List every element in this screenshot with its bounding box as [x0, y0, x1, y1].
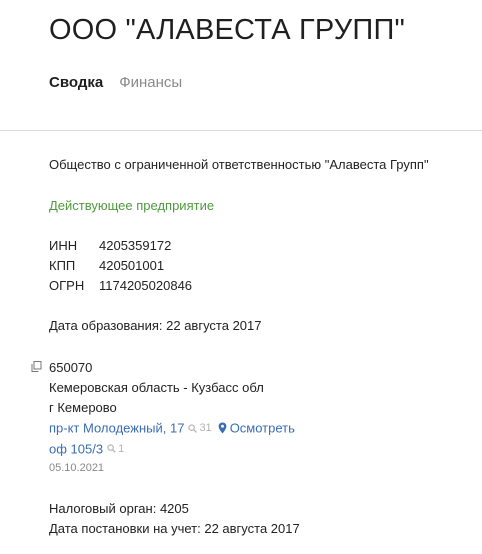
tab-summary[interactable]: Сводка: [49, 74, 103, 91]
address-updated-date: 05.10.2021: [49, 462, 105, 474]
code-row-kpp: КПП 420501001: [49, 256, 192, 276]
address-office-line: оф 105/3 1: [49, 439, 295, 460]
code-value: 4205359172: [99, 238, 172, 253]
address-region: Кемеровская область - Кузбасс обл: [49, 380, 264, 395]
company-full-name: Общество с ограниченной ответственностью…: [49, 157, 429, 172]
page-title: ООО "АЛАВЕСТА ГРУПП": [49, 14, 406, 46]
divider: [0, 130, 482, 131]
code-label: ИНН: [49, 238, 78, 253]
office-link[interactable]: оф 105/3: [49, 441, 103, 456]
tax-registration-date: Дата постановки на учет: 22 августа 2017: [49, 521, 300, 536]
address-city: г Кемерово: [49, 400, 117, 415]
view-link[interactable]: Осмотреть: [230, 421, 295, 436]
code-value: 1174205020846: [99, 278, 193, 293]
postal-code: 650070: [49, 360, 93, 375]
count-value: 31: [199, 422, 212, 434]
tab-finance[interactable]: Финансы: [119, 74, 182, 91]
code-label: ОГРН: [49, 278, 85, 293]
tabs: Сводка Финансы: [49, 74, 182, 91]
registration-date: Дата образования: 22 августа 2017: [49, 318, 262, 333]
map-pin-icon[interactable]: [218, 422, 227, 434]
company-codes: ИНН 4205359172 КПП 420501001 ОГРН 117420…: [49, 236, 192, 296]
address-street-line: пр-кт Молодежный, 17 31 Осмотреть: [49, 418, 295, 439]
code-row-inn: ИНН 4205359172: [49, 236, 192, 256]
street-search-count[interactable]: 31: [188, 418, 212, 438]
street-link[interactable]: пр-кт Молодежный, 17: [49, 421, 184, 436]
code-value: 420501001: [99, 258, 165, 273]
copy-icon[interactable]: [31, 361, 42, 372]
code-row-ogrn: ОГРН 1174205020846: [49, 276, 192, 296]
tax-authority: Налоговый орган: 4205: [49, 501, 189, 516]
search-icon: [107, 444, 116, 453]
address-block: 650070 Кемеровская область - Кузбасс обл…: [49, 358, 295, 477]
office-search-count[interactable]: 1: [107, 439, 124, 459]
code-label: КПП: [49, 258, 76, 273]
count-value: 1: [118, 442, 125, 455]
search-icon: [188, 423, 198, 433]
status-badge: Действующее предприятие: [49, 198, 215, 213]
